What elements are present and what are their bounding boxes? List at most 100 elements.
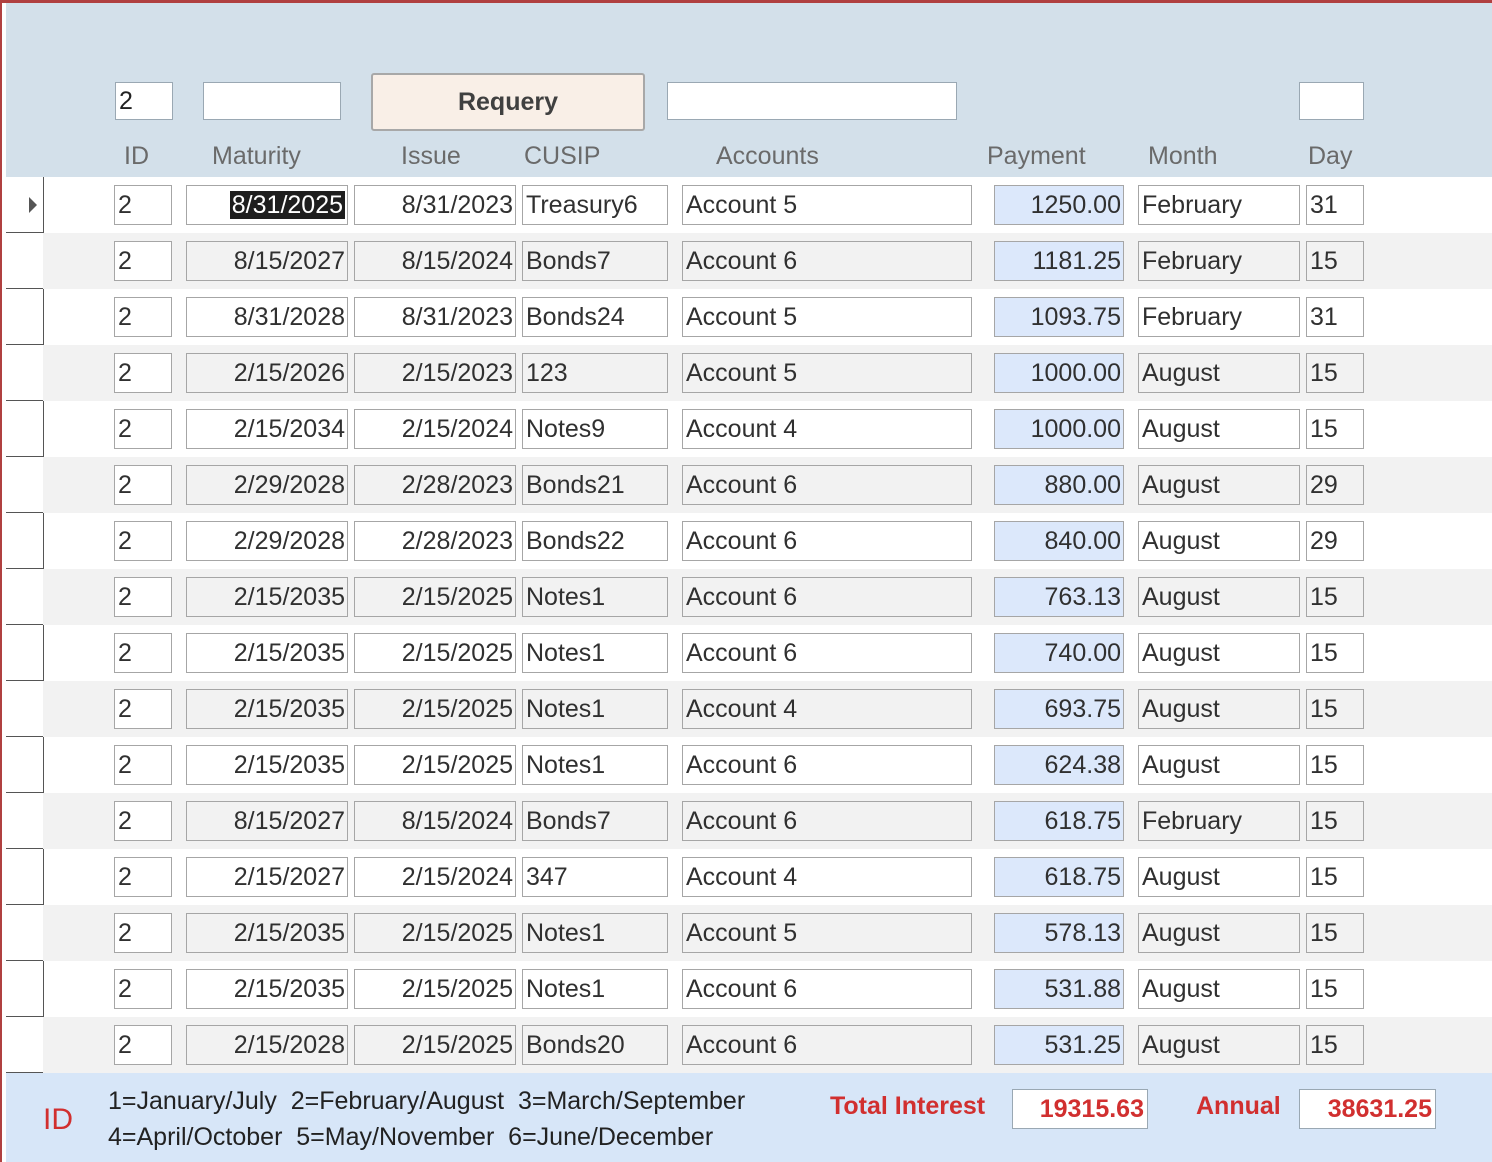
id-field[interactable]: 2 [114,969,172,1009]
table-row[interactable]: 2 8/31/2028 8/31/2023 Bonds24 Account 5 1093.… [6,289,1492,345]
payment-field[interactable]: 880.00 [994,465,1124,505]
record-selector[interactable] [6,513,43,569]
issue-field[interactable]: 2/15/2024 [354,409,516,449]
month-field[interactable]: August [1138,745,1300,785]
month-field[interactable]: February [1138,297,1300,337]
payment-field[interactable]: 1000.00 [994,353,1124,393]
maturity-field[interactable]: 2/15/2035 [186,913,348,953]
month-field[interactable]: August [1138,969,1300,1009]
cusip-field[interactable]: Notes1 [522,913,668,953]
issue-field[interactable]: 8/15/2024 [354,801,516,841]
day-field[interactable]: 31 [1306,297,1364,337]
day-field[interactable]: 15 [1306,801,1364,841]
day-field[interactable]: 15 [1306,353,1364,393]
day-field[interactable]: 15 [1306,241,1364,281]
requery-button[interactable]: Requery [371,73,645,131]
table-row[interactable]: 2 2/15/2035 2/15/2025 Notes1 Account 6 740.00… [6,625,1492,681]
month-field[interactable]: August [1138,409,1300,449]
id-filter-input[interactable]: 2 [115,82,173,120]
day-field[interactable]: 31 [1306,185,1364,225]
record-selector[interactable] [6,569,43,625]
id-field[interactable]: 2 [114,297,172,337]
id-field[interactable]: 2 [114,185,172,225]
issue-field[interactable]: 2/28/2023 [354,465,516,505]
maturity-field[interactable]: 2/15/2035 [186,577,348,617]
id-field[interactable]: 2 [114,745,172,785]
record-selector[interactable] [6,961,43,1017]
record-selector[interactable] [6,681,43,737]
total-interest-field[interactable]: 19315.63 [1012,1089,1148,1129]
issue-field[interactable]: 2/15/2025 [354,1025,516,1065]
maturity-field[interactable]: 2/29/2028 [186,521,348,561]
table-row[interactable]: 2 2/15/2035 2/15/2025 Notes1 Account 6 531.88… [6,961,1492,1017]
issue-field[interactable]: 2/15/2025 [354,969,516,1009]
account-field[interactable]: Account 6 [682,577,972,617]
account-field[interactable]: Account 5 [682,297,972,337]
issue-field[interactable]: 2/15/2025 [354,913,516,953]
payment-field[interactable]: 840.00 [994,521,1124,561]
record-selector[interactable] [6,177,43,233]
month-field[interactable]: August [1138,633,1300,673]
table-row[interactable]: 2 2/15/2035 2/15/2025 Notes1 Account 5 578.13… [6,905,1492,961]
maturity-field[interactable]: 8/15/2027 [186,241,348,281]
payment-field[interactable]: 618.75 [994,857,1124,897]
id-field[interactable]: 2 [114,409,172,449]
payment-field[interactable]: 740.00 [994,633,1124,673]
maturity-field[interactable]: 2/15/2035 [186,689,348,729]
table-row[interactable]: 2 2/15/2035 2/15/2025 Notes1 Account 4 693.75… [6,681,1492,737]
filter-input-2[interactable] [203,82,341,120]
table-row[interactable]: 2 2/15/2026 2/15/2023 123 Account 5 1000.00 Au… [6,345,1492,401]
day-field[interactable]: 15 [1306,913,1364,953]
month-field[interactable]: February [1138,801,1300,841]
account-field[interactable]: Account 4 [682,857,972,897]
day-field[interactable]: 15 [1306,969,1364,1009]
day-field[interactable]: 15 [1306,1025,1364,1065]
cusip-field[interactable]: Bonds20 [522,1025,668,1065]
maturity-field[interactable]: 2/15/2034 [186,409,348,449]
table-row[interactable]: 2 2/15/2034 2/15/2024 Notes9 Account 4 1000.0… [6,401,1492,457]
issue-field[interactable]: 2/28/2023 [354,521,516,561]
payment-field[interactable]: 531.88 [994,969,1124,1009]
payment-field[interactable]: 1000.00 [994,409,1124,449]
maturity-field[interactable]: 2/15/2035 [186,633,348,673]
month-field[interactable]: August [1138,1025,1300,1065]
issue-field[interactable]: 8/31/2023 [354,297,516,337]
issue-field[interactable]: 2/15/2023 [354,353,516,393]
annual-field[interactable]: 38631.25 [1299,1089,1436,1129]
cusip-field[interactable]: Notes1 [522,633,668,673]
issue-field[interactable]: 2/15/2025 [354,577,516,617]
account-field[interactable]: Account 6 [682,633,972,673]
cusip-field[interactable]: Notes1 [522,969,668,1009]
cusip-field[interactable]: 347 [522,857,668,897]
record-selector[interactable] [6,401,43,457]
month-field[interactable]: August [1138,353,1300,393]
account-field[interactable]: Account 5 [682,353,972,393]
cusip-field[interactable]: Bonds7 [522,801,668,841]
id-field[interactable]: 2 [114,633,172,673]
month-field[interactable]: August [1138,577,1300,617]
payment-field[interactable]: 618.75 [994,801,1124,841]
issue-field[interactable]: 2/15/2025 [354,689,516,729]
filter-input-4[interactable] [1299,82,1364,120]
day-field[interactable]: 29 [1306,521,1364,561]
record-selector[interactable] [6,345,43,401]
cusip-field[interactable]: Notes9 [522,409,668,449]
payment-field[interactable]: 693.75 [994,689,1124,729]
record-selector[interactable] [6,737,43,793]
id-field[interactable]: 2 [114,577,172,617]
cusip-field[interactable]: Bonds21 [522,465,668,505]
record-selector[interactable] [6,233,43,289]
month-field[interactable]: February [1138,185,1300,225]
maturity-field[interactable]: 2/15/2028 [186,1025,348,1065]
cusip-field[interactable]: Notes1 [522,745,668,785]
cusip-field[interactable]: Bonds24 [522,297,668,337]
table-row[interactable]: 2 2/29/2028 2/28/2023 Bonds22 Account 6 840.0… [6,513,1492,569]
id-field[interactable]: 2 [114,241,172,281]
month-field[interactable]: February [1138,241,1300,281]
month-field[interactable]: August [1138,521,1300,561]
month-field[interactable]: August [1138,689,1300,729]
account-field[interactable]: Account 6 [682,241,972,281]
id-field[interactable]: 2 [114,353,172,393]
payment-field[interactable]: 531.25 [994,1025,1124,1065]
account-field[interactable]: Account 6 [682,745,972,785]
